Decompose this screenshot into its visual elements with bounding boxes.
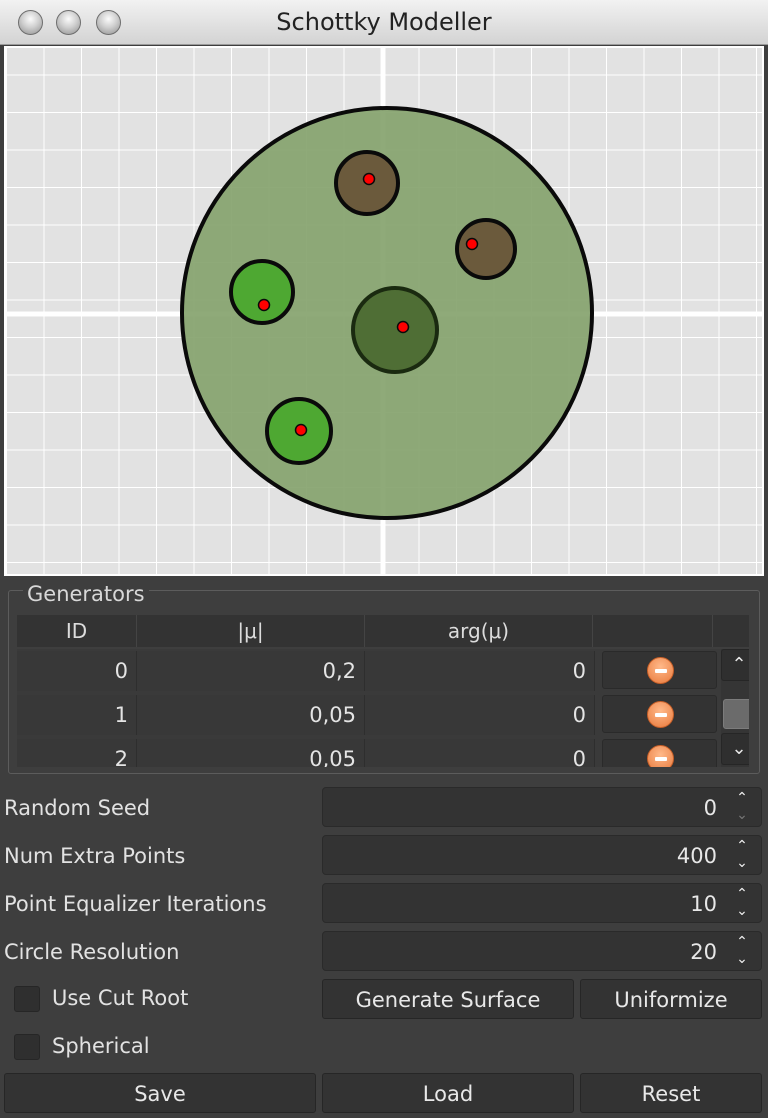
window-titlebar: Schottky Modeller xyxy=(0,0,768,45)
generator-center-point[interactable] xyxy=(257,298,271,312)
chevron-down-icon: ⌄ xyxy=(731,738,747,759)
column-header-mu-abs[interactable]: |μ| xyxy=(137,615,365,647)
uniformize-button[interactable]: Uniformize xyxy=(580,979,762,1019)
scroll-down-button[interactable]: ⌄ xyxy=(721,733,749,765)
minus-circle-icon xyxy=(647,745,674,767)
canvas-svg[interactable] xyxy=(6,48,762,574)
circle-resolution-stepper[interactable]: ⌃ ⌄ xyxy=(729,934,755,968)
column-header-mu-arg[interactable]: arg(μ) xyxy=(365,615,593,647)
spherical-checkbox[interactable] xyxy=(14,1034,40,1060)
table-row[interactable]: 2 0,05 0 xyxy=(17,737,749,767)
minus-circle-icon xyxy=(647,701,674,728)
random-seed-label: Random Seed xyxy=(4,796,151,820)
spin-up-icon[interactable]: ⌃ xyxy=(729,838,755,855)
generator-center-point[interactable] xyxy=(396,320,410,334)
cell-id[interactable]: 2 xyxy=(17,739,137,767)
spin-down-icon[interactable]: ⌄ xyxy=(729,903,755,920)
spin-up-icon[interactable]: ⌃ xyxy=(729,886,755,903)
save-button[interactable]: Save xyxy=(4,1073,316,1113)
scroll-up-button[interactable]: ⌃ xyxy=(721,649,749,681)
table-header: ID |μ| arg(μ) xyxy=(17,615,749,647)
table-scrollbar[interactable]: ⌃ ⌄ xyxy=(721,649,749,767)
num-extra-points-spinbox[interactable]: 400 ⌃ ⌄ xyxy=(322,835,762,875)
num-extra-points-value[interactable]: 400 xyxy=(677,836,717,876)
use-cut-root-label[interactable]: Use Cut Root xyxy=(52,986,188,1010)
cell-id[interactable]: 0 xyxy=(17,651,137,691)
spin-up-icon[interactable]: ⌃ xyxy=(729,934,755,951)
point-equalizer-iterations-stepper[interactable]: ⌃ ⌄ xyxy=(729,886,755,920)
point-equalizer-iterations-label: Point Equalizer Iterations xyxy=(4,892,267,916)
point-equalizer-iterations-spinbox[interactable]: 10 ⌃ ⌄ xyxy=(322,883,762,923)
generators-table: ID |μ| arg(μ) 0 0,2 0 1 0,05 0 2 0,05 0 xyxy=(17,615,749,767)
generator-center-point[interactable] xyxy=(465,237,479,251)
use-cut-root-checkbox[interactable] xyxy=(14,986,40,1012)
remove-generator-button[interactable] xyxy=(602,695,717,733)
point-equalizer-iterations-value[interactable]: 10 xyxy=(690,884,717,924)
window-title: Schottky Modeller xyxy=(276,8,492,36)
spin-down-icon[interactable]: ⌄ xyxy=(729,807,755,824)
spin-down-icon[interactable]: ⌄ xyxy=(729,855,755,872)
cell-mu-abs[interactable]: 0,05 xyxy=(137,695,365,735)
cell-mu-abs[interactable]: 0,2 xyxy=(137,651,365,691)
circle-resolution-label: Circle Resolution xyxy=(4,940,180,964)
spin-up-icon[interactable]: ⌃ xyxy=(729,790,755,807)
column-header-id[interactable]: ID xyxy=(17,615,137,647)
cell-mu-abs[interactable]: 0,05 xyxy=(137,739,365,767)
cell-id[interactable]: 1 xyxy=(17,695,137,735)
generators-group: Generators ID |μ| arg(μ) 0 0,2 0 1 0,05 … xyxy=(8,582,760,774)
circle-resolution-spinbox[interactable]: 20 ⌃ ⌄ xyxy=(322,931,762,971)
reset-button[interactable]: Reset xyxy=(580,1073,762,1113)
cell-mu-arg[interactable]: 0 xyxy=(365,739,595,767)
num-extra-points-stepper[interactable]: ⌃ ⌄ xyxy=(729,838,755,872)
cell-mu-arg[interactable]: 0 xyxy=(365,695,595,735)
column-header-actions xyxy=(593,615,713,647)
generator-circle[interactable] xyxy=(229,259,295,325)
random-seed-value[interactable]: 0 xyxy=(704,788,717,828)
spin-down-icon[interactable]: ⌄ xyxy=(729,951,755,968)
remove-generator-button[interactable] xyxy=(602,739,717,767)
generator-center-point[interactable] xyxy=(362,172,376,186)
schottky-canvas[interactable] xyxy=(4,46,764,576)
load-button[interactable]: Load xyxy=(322,1073,574,1113)
chevron-up-icon: ⌃ xyxy=(731,654,747,675)
generators-title: Generators xyxy=(23,582,149,606)
generator-circle[interactable] xyxy=(351,286,439,374)
circle-resolution-value[interactable]: 20 xyxy=(690,932,717,972)
table-row[interactable]: 0 0,2 0 xyxy=(17,649,749,693)
spherical-label[interactable]: Spherical xyxy=(52,1034,150,1058)
generator-circle[interactable] xyxy=(455,218,517,280)
remove-generator-button[interactable] xyxy=(602,651,717,689)
random-seed-stepper[interactable]: ⌃ ⌄ xyxy=(729,790,755,824)
scroll-thumb[interactable] xyxy=(723,699,749,729)
random-seed-spinbox[interactable]: 0 ⌃ ⌄ xyxy=(322,787,762,827)
minus-circle-icon xyxy=(647,657,674,684)
table-row[interactable]: 1 0,05 0 xyxy=(17,693,749,737)
num-extra-points-label: Num Extra Points xyxy=(4,844,186,868)
generate-surface-button[interactable]: Generate Surface xyxy=(322,979,574,1019)
cell-mu-arg[interactable]: 0 xyxy=(365,651,595,691)
generator-center-point[interactable] xyxy=(294,423,308,437)
